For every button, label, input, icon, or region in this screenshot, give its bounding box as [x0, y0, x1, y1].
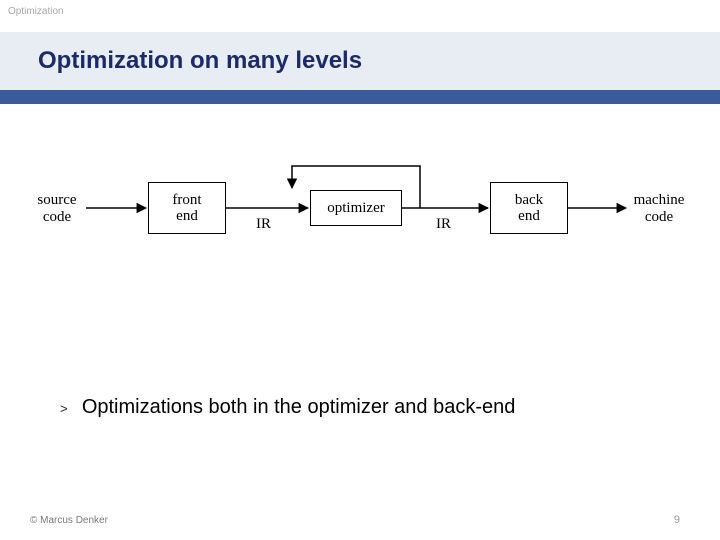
accent-bar	[0, 90, 720, 104]
page-number: 9	[674, 514, 680, 526]
bullet-marker-icon: >	[60, 402, 68, 417]
title-band: Optimization on many levels	[0, 32, 720, 90]
pipeline-diagram: source code front end IR optimizer IR ba…	[30, 160, 690, 260]
copyright-label: © Marcus Denker	[30, 515, 108, 526]
arrows-svg	[30, 160, 690, 260]
slide-title: Optimization on many levels	[38, 47, 362, 75]
bullet-item: > Optimizations both in the optimizer an…	[60, 396, 515, 419]
feedback-arrow-icon	[292, 166, 420, 208]
bullet-text: Optimizations both in the optimizer and …	[82, 396, 516, 419]
section-label: Optimization	[8, 6, 64, 17]
